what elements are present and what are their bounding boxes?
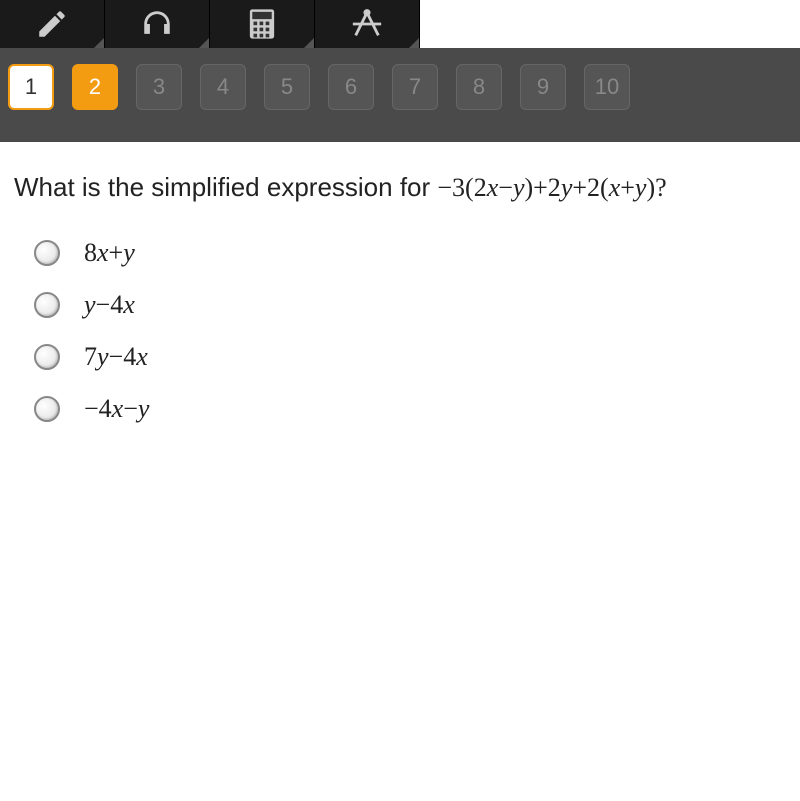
toolbar xyxy=(0,0,420,48)
calculator-tool[interactable] xyxy=(210,0,315,48)
option-b-text: y−4x xyxy=(84,290,135,320)
nav-question-9[interactable]: 9 xyxy=(520,64,566,110)
radio-button[interactable] xyxy=(34,292,60,318)
option-a[interactable]: 8x+y xyxy=(34,238,786,268)
option-b[interactable]: y−4x xyxy=(34,290,786,320)
nav-question-3[interactable]: 3 xyxy=(136,64,182,110)
nav-question-2[interactable]: 2 xyxy=(72,64,118,110)
headphones-icon xyxy=(140,7,174,41)
question-prompt: What is the simplified expression for −3… xyxy=(14,172,786,203)
option-a-text: 8x+y xyxy=(84,238,135,268)
option-d-text: −4x−y xyxy=(84,394,149,424)
question-area: What is the simplified expression for −3… xyxy=(0,142,800,476)
pencil-tool[interactable] xyxy=(0,0,105,48)
option-c[interactable]: 7y−4x xyxy=(34,342,786,372)
radio-button[interactable] xyxy=(34,396,60,422)
nav-question-10[interactable]: 10 xyxy=(584,64,630,110)
compass-icon xyxy=(350,7,384,41)
answer-options: 8x+y y−4x 7y−4x −4x−y xyxy=(14,238,786,424)
nav-question-4[interactable]: 4 xyxy=(200,64,246,110)
radio-button[interactable] xyxy=(34,344,60,370)
prompt-expression: −3(2x−y)+2y+2(x+y)? xyxy=(437,173,666,202)
option-d[interactable]: −4x−y xyxy=(34,394,786,424)
nav-question-5[interactable]: 5 xyxy=(264,64,310,110)
compass-tool[interactable] xyxy=(315,0,420,48)
pencil-icon xyxy=(35,7,69,41)
calculator-icon xyxy=(247,7,277,41)
question-navigation: 1 2 3 4 5 6 7 8 9 10 xyxy=(0,48,800,142)
prompt-prefix: What is the simplified expression for xyxy=(14,172,437,202)
nav-question-6[interactable]: 6 xyxy=(328,64,374,110)
nav-question-8[interactable]: 8 xyxy=(456,64,502,110)
headphones-tool[interactable] xyxy=(105,0,210,48)
nav-question-7[interactable]: 7 xyxy=(392,64,438,110)
option-c-text: 7y−4x xyxy=(84,342,148,372)
nav-question-1[interactable]: 1 xyxy=(8,64,54,110)
radio-button[interactable] xyxy=(34,240,60,266)
